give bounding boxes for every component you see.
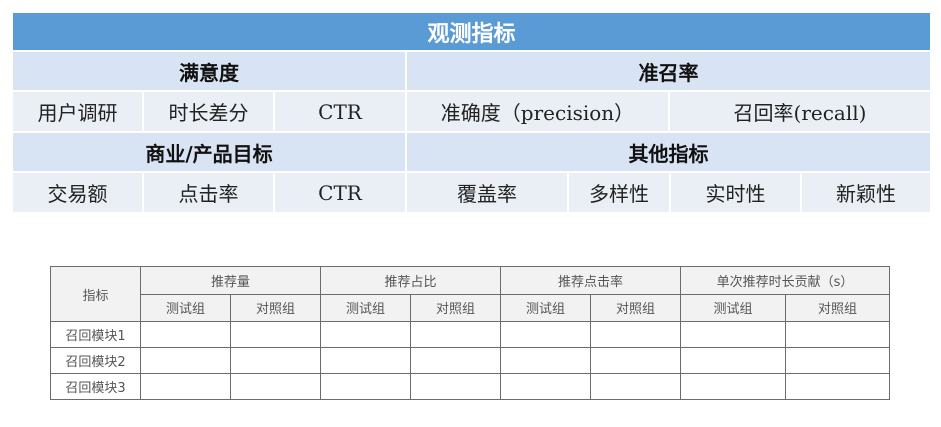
data-cell	[500, 321, 591, 348]
data-cell	[680, 373, 786, 400]
row-label: 召回模块3	[50, 373, 141, 400]
metric-coverage: 覆盖率	[407, 173, 567, 212]
data-cell	[320, 321, 411, 348]
subheader-test: 测试组	[320, 293, 411, 322]
section-business: 商业/产品目标	[13, 133, 405, 171]
subheader-control: 对照组	[785, 293, 890, 322]
data-cell	[590, 347, 681, 374]
metric-precision: 准确度（precision）	[407, 92, 668, 131]
subheader-control: 对照组	[410, 293, 501, 322]
metric-ctr-business: CTR	[275, 173, 405, 212]
data-cell	[680, 321, 786, 348]
data-cell	[500, 373, 591, 400]
metric-ctr: CTR	[275, 92, 405, 131]
table-row: 召回模块2	[50, 347, 890, 374]
data-cell	[590, 321, 681, 348]
table-corner-header: 指标	[50, 266, 141, 322]
metric-duration-diff: 时长差分	[144, 92, 273, 131]
subheader-test: 测试组	[680, 293, 786, 322]
data-cell	[500, 347, 591, 374]
data-cell	[680, 347, 786, 374]
data-cell	[590, 373, 681, 400]
table-row: 召回模块3	[50, 373, 890, 400]
recall-module-table: 指标 推荐量 推荐占比 推荐点击率 单次推荐时长贡献（s） 测试组 对照组 测试…	[50, 266, 890, 400]
row-label: 召回模块2	[50, 347, 141, 374]
data-cell	[410, 347, 501, 374]
metric-gmv: 交易额	[13, 173, 142, 212]
metrics-panel: 观测指标 满意度 准召率 用户调研 时长差分 CTR 准确度（precision…	[13, 13, 930, 214]
data-cell	[140, 321, 231, 348]
group-header-ctr: 推荐点击率	[500, 266, 681, 295]
subheader-test: 测试组	[140, 293, 231, 322]
metric-novelty: 新颖性	[802, 173, 930, 212]
data-cell	[140, 347, 231, 374]
metric-click-rate: 点击率	[144, 173, 273, 212]
data-cell	[410, 373, 501, 400]
group-header-duration: 单次推荐时长贡献（s）	[680, 266, 890, 295]
data-cell	[410, 321, 501, 348]
subheader-control: 对照组	[590, 293, 681, 322]
data-cell	[230, 373, 321, 400]
metric-user-survey: 用户调研	[13, 92, 142, 131]
data-cell	[785, 321, 890, 348]
data-cell	[785, 347, 890, 374]
section-other: 其他指标	[407, 133, 930, 171]
metric-realtime: 实时性	[671, 173, 800, 212]
group-header-volume: 推荐量	[140, 266, 321, 295]
data-cell	[230, 321, 321, 348]
metric-diversity: 多样性	[569, 173, 669, 212]
subheader-test: 测试组	[500, 293, 591, 322]
data-cell	[785, 373, 890, 400]
section-satisfaction: 满意度	[13, 52, 405, 90]
data-cell	[320, 347, 411, 374]
metric-recall: 召回率(recall)	[670, 92, 930, 131]
subheader-control: 对照组	[230, 293, 321, 322]
table-row: 召回模块1	[50, 321, 890, 348]
metrics-title: 观测指标	[13, 13, 930, 50]
section-recall-precision: 准召率	[407, 52, 930, 90]
data-cell	[140, 373, 231, 400]
data-cell	[320, 373, 411, 400]
group-header-share: 推荐占比	[320, 266, 501, 295]
row-label: 召回模块1	[50, 321, 141, 348]
data-cell	[230, 347, 321, 374]
